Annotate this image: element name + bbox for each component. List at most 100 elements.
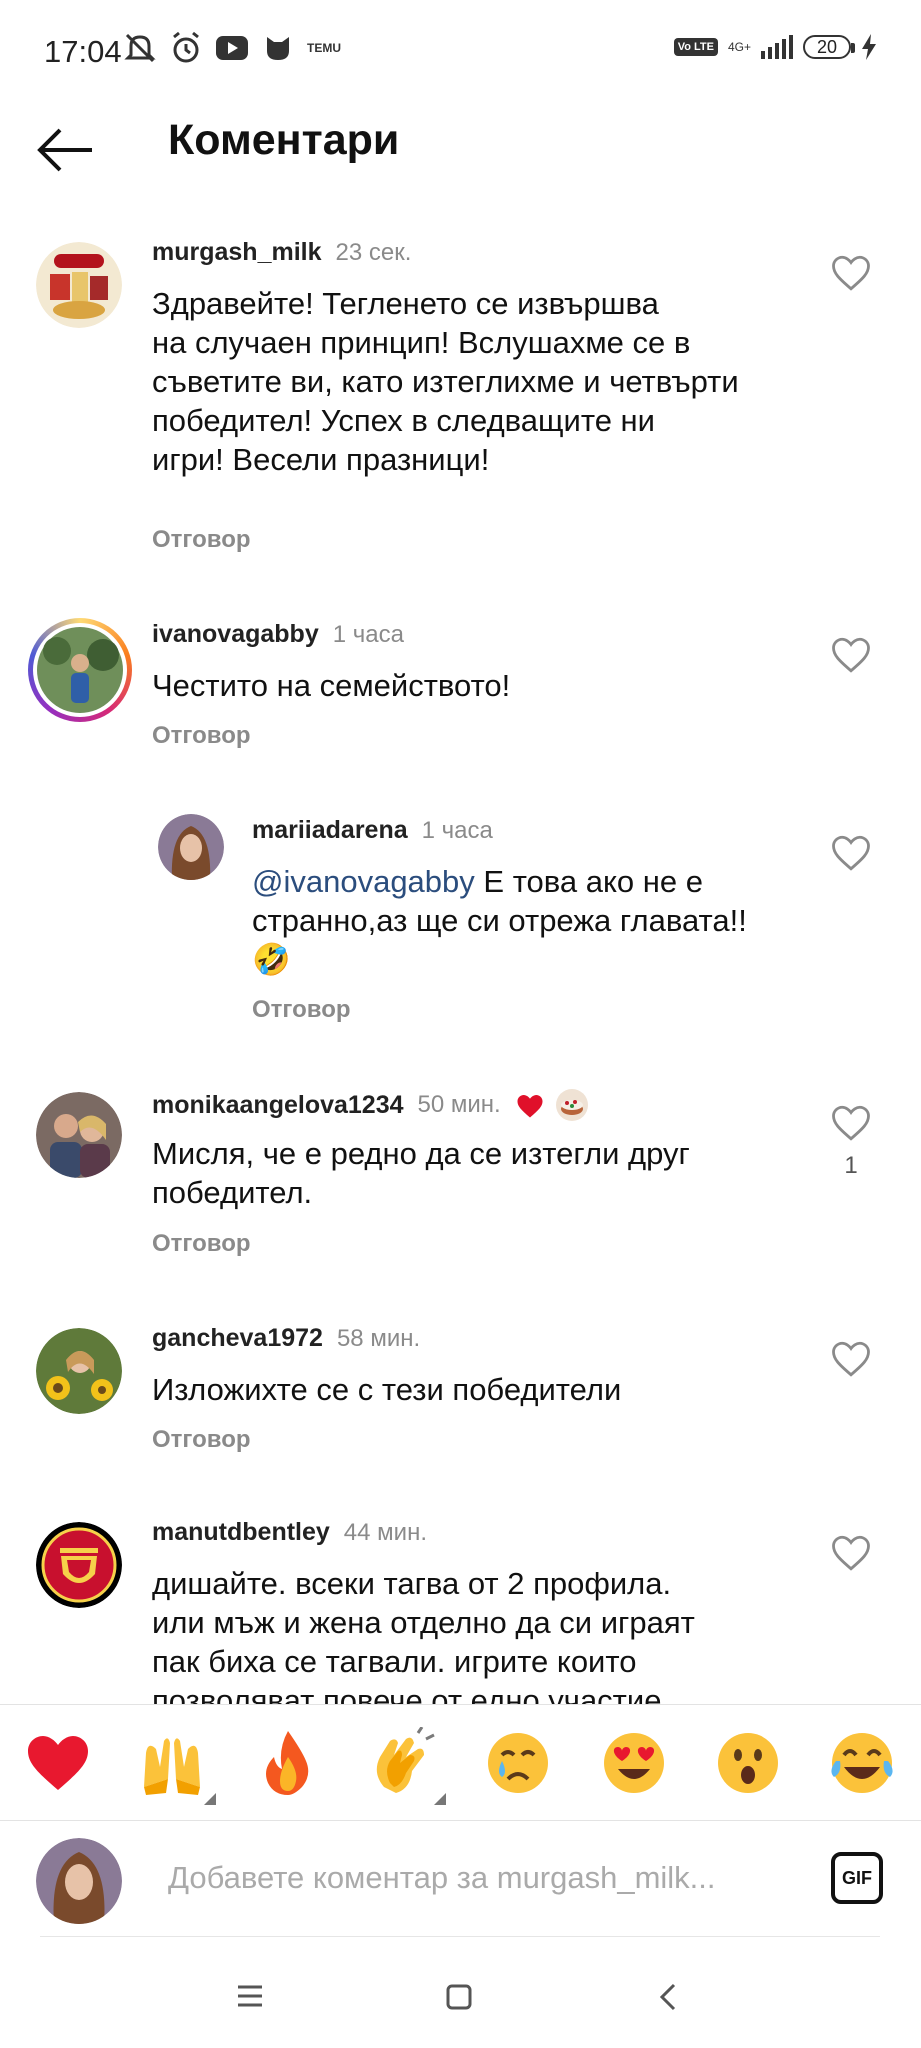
username[interactable]: ivanovagabby	[152, 620, 319, 649]
comment-meta: mariiadarena 1 часа	[252, 816, 493, 845]
comment-line: победител.	[152, 1175, 313, 1210]
status-bar: 17:04 TEMU Vo LTE 4G+ 20	[0, 0, 921, 100]
heart-icon[interactable]	[830, 634, 872, 676]
battery-icon: 20	[803, 35, 855, 59]
comment-line: победител! Успех в следващите ни	[152, 403, 655, 438]
signal-icon	[761, 35, 793, 59]
skin-tone-indicator	[204, 1793, 216, 1805]
comment-meta: murgash_milk 23 сек.	[152, 238, 411, 267]
emoji-laughing-button[interactable]	[826, 1727, 898, 1799]
heart-icon[interactable]	[830, 252, 872, 294]
comment-text: Мисля, че е редно да се изтегли друг поб…	[152, 1134, 812, 1212]
home-icon[interactable]	[446, 1984, 472, 2010]
arrow-left-icon	[37, 128, 92, 172]
skin-tone-indicator	[434, 1793, 446, 1805]
avatar[interactable]	[36, 242, 122, 328]
back-nav-icon[interactable]	[658, 1982, 678, 2012]
system-nav-bar	[0, 1950, 921, 2048]
like-count: 1	[844, 1152, 858, 1179]
comment-meta: manutdbentley 44 мин.	[152, 1518, 427, 1547]
comment-text: Изложихте се с тези победители	[152, 1370, 621, 1409]
network-indicator: 4G+	[727, 39, 751, 54]
avatar[interactable]	[36, 1092, 122, 1178]
battery-level: 20	[816, 36, 838, 57]
status-right: Vo LTE 4G+ 20	[673, 34, 877, 60]
comment-line: на случаен принцип! Вслушахме се в	[152, 325, 691, 360]
username[interactable]: gancheva1972	[152, 1324, 323, 1353]
back-button[interactable]	[36, 120, 96, 180]
youtube-icon	[214, 30, 250, 66]
emoji-fire-button[interactable]	[252, 1727, 324, 1799]
comment-line-text: Е това ако не е	[474, 864, 703, 899]
comment-line: Честито на семейството!	[152, 668, 511, 703]
reply-button[interactable]: Отговор	[152, 722, 251, 750]
gif-label: GIF	[842, 1867, 872, 1888]
comment-input[interactable]: Добавете коментар за murgash_milk...	[168, 1860, 716, 1896]
temu-icon: TEMU	[307, 41, 341, 55]
comment-line: или мъж и жена отделно да си играят	[152, 1605, 695, 1640]
cat-app-icon	[260, 30, 296, 66]
comment-meta: ivanovagabby 1 часа	[152, 620, 404, 649]
comment-line: Здравейте! Тегленето се извършва	[152, 286, 659, 321]
comment-line: Изложихте се с тези победители	[152, 1372, 622, 1407]
alarm-icon	[168, 30, 204, 66]
do-not-disturb-icon	[122, 30, 158, 66]
comment-text: Здравейте! Тегленето се извършва на случ…	[152, 284, 812, 479]
emoji-reaction-bar	[0, 1704, 921, 1821]
avatar[interactable]	[28, 618, 132, 722]
comment-line: пак биха се тагвали. игрите които	[152, 1644, 637, 1679]
page-title: Коментари	[168, 116, 400, 164]
comment-line: @ivanovagabby Е това ако не е	[252, 862, 812, 901]
volte-badge: Vo LTE	[673, 38, 718, 56]
comment-line: Мисля, че е редно да се изтегли друг	[152, 1136, 690, 1171]
timestamp: 1 часа	[332, 620, 404, 648]
comment-item: manutdbentley 44 мин. дишайте. всеки таг…	[0, 1518, 921, 1704]
timestamp: 50 мин.	[417, 1091, 501, 1118]
timestamp: 44 мин.	[343, 1518, 427, 1546]
comment-meta: gancheva1972 58 мин.	[152, 1324, 420, 1353]
red-heart-icon	[517, 1095, 543, 1118]
username[interactable]: monikaangelova1234	[152, 1091, 404, 1120]
timestamp: 23 сек.	[335, 238, 412, 266]
heart-icon[interactable]	[830, 1532, 872, 1574]
status-notification-icons: TEMU	[122, 30, 342, 66]
gif-button[interactable]: GIF	[831, 1852, 883, 1904]
heart-icon[interactable]	[830, 1338, 872, 1380]
comment-text: @ivanovagabby Е това ако не е странно,аз…	[252, 862, 812, 979]
timestamp: 58 мин.	[336, 1324, 421, 1352]
emoji-wow-button[interactable]	[712, 1727, 784, 1799]
comment-line: странно,аз ще си отрежа главата!!	[252, 903, 747, 938]
emoji-clap-button[interactable]	[366, 1726, 446, 1805]
status-time: 17:04	[44, 34, 122, 69]
heart-icon[interactable]	[830, 832, 872, 874]
reply-button[interactable]: Отговор	[152, 1426, 251, 1454]
mention-link[interactable]: @ivanovagabby	[252, 864, 475, 899]
emoji-heart-eyes-button[interactable]	[598, 1727, 670, 1799]
avatar[interactable]	[36, 1328, 122, 1414]
avatar[interactable]	[158, 814, 224, 880]
emoji-heart-button[interactable]	[22, 1727, 94, 1799]
comment-text: дишайте. всеки тагва от 2 профила. или м…	[152, 1564, 812, 1704]
comment-line: дишайте. всеки тагва от 2 профила.	[152, 1566, 672, 1601]
username[interactable]: murgash_milk	[152, 238, 322, 267]
charging-icon	[862, 34, 876, 60]
emoji-crying-button[interactable]	[482, 1727, 554, 1799]
emoji-raised-hands-button[interactable]	[136, 1727, 216, 1805]
network-type: 4G+	[727, 39, 751, 54]
current-user-avatar	[36, 1838, 122, 1924]
timestamp: 1 часа	[421, 816, 493, 844]
username[interactable]: mariiadarena	[252, 816, 408, 845]
comment-emoji: 🤣	[252, 942, 291, 977]
comment-line: позволяват повече от едно участие	[152, 1683, 662, 1704]
reply-button[interactable]: Отговор	[152, 1230, 251, 1258]
comment-line: игри! Весели празници!	[152, 442, 490, 477]
menu-icon[interactable]	[236, 1984, 264, 2008]
divider	[40, 1936, 880, 1937]
avatar[interactable]	[36, 1522, 122, 1608]
comment-meta: monikaangelova1234 50 мин.	[152, 1088, 589, 1122]
reply-button[interactable]: Отговор	[152, 526, 251, 554]
username[interactable]: manutdbentley	[152, 1518, 330, 1547]
reply-button[interactable]: Отговор	[252, 996, 351, 1024]
heart-icon[interactable]	[830, 1102, 872, 1144]
comment-text: Честито на семейството!	[152, 666, 510, 705]
